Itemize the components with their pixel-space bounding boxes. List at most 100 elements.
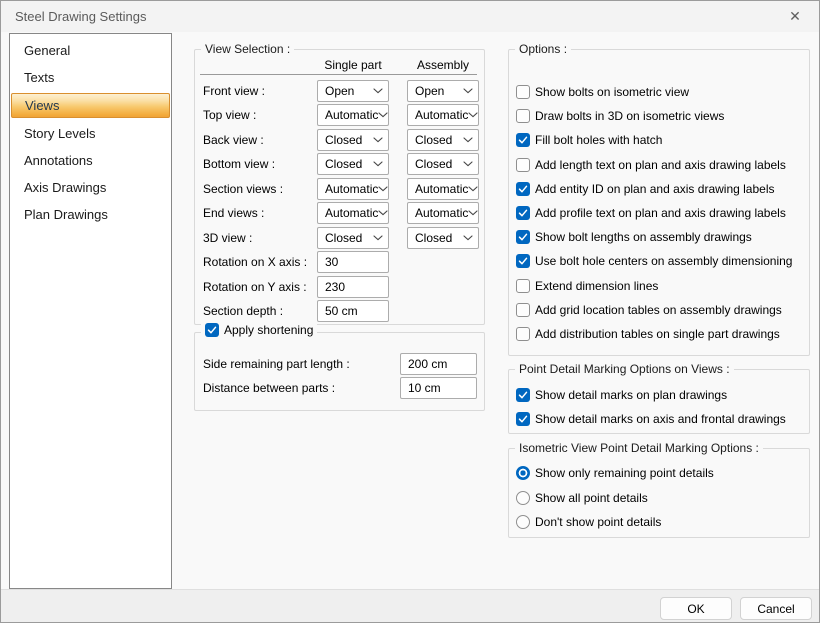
don-t-show-point-details-radio[interactable]: [516, 515, 530, 529]
shortening-label-distance-between-parts: Distance between parts :: [203, 380, 335, 396]
add-profile-text-on-plan-and-axis-drawing-labels-checkbox[interactable]: [516, 206, 530, 220]
bottom-view-assembly-dropdown[interactable]: Closed: [407, 153, 479, 175]
sidebar-item-plan-drawings[interactable]: Plan Drawings: [10, 201, 171, 228]
side-remaining-part-length-input[interactable]: [400, 353, 477, 375]
add-distribution-tables-on-single-part-drawings-checkbox[interactable]: [516, 327, 530, 341]
show-only-remaining-point-details-radio[interactable]: [516, 466, 530, 480]
close-button[interactable]: ✕: [779, 1, 811, 32]
chevron-down-icon: [463, 88, 473, 94]
show-detail-marks-on-plan-drawings-checkbox[interactable]: [516, 388, 530, 402]
chevron-down-icon: [378, 112, 388, 118]
close-icon: ✕: [789, 8, 801, 25]
top-view-assembly-dropdown[interactable]: Automatic: [407, 104, 479, 126]
check-icon: [518, 135, 528, 145]
3d-view-assembly-dropdown[interactable]: Closed: [407, 227, 479, 249]
sidebar-item-general[interactable]: General: [10, 37, 171, 64]
chevron-down-icon: [463, 161, 473, 167]
sidebar-item-annotations[interactable]: Annotations: [10, 147, 171, 174]
sidebar-item-axis-drawings[interactable]: Axis Drawings: [10, 174, 171, 201]
rotation-on-y-axis-input[interactable]: [317, 276, 389, 298]
check-icon: [207, 325, 217, 335]
section-views-single-dropdown[interactable]: Automatic: [317, 178, 389, 200]
end-views-single-dropdown[interactable]: Automatic: [317, 202, 389, 224]
view-row-label-end-views: End views :: [203, 205, 264, 221]
back-view-single-dropdown[interactable]: Closed: [317, 129, 389, 151]
view-row-label-section-depth: Section depth :: [203, 303, 283, 319]
section-views-assembly-dropdown[interactable]: Automatic: [407, 178, 479, 200]
check-icon: [518, 232, 528, 242]
option-row-fill-bolt-holes-with-hatch[interactable]: Fill bolt holes with hatch: [516, 130, 662, 150]
isometric-group-title: Isometric View Point Detail Marking Opti…: [515, 441, 763, 455]
sidebar-item-texts[interactable]: Texts: [10, 64, 171, 91]
option-row-add-grid-location-tables-on-assembly-drawings[interactable]: Add grid location tables on assembly dra…: [516, 300, 782, 320]
add-entity-id-on-plan-and-axis-drawing-labels-checkbox[interactable]: [516, 182, 530, 196]
view-row-label-back-view: Back view :: [203, 132, 264, 148]
front-view-assembly-dropdown[interactable]: Open: [407, 80, 479, 102]
distance-between-parts-input[interactable]: [400, 377, 477, 399]
ok-button[interactable]: OK: [660, 597, 732, 620]
use-bolt-hole-centers-on-assembly-dimensioning-checkbox[interactable]: [516, 254, 530, 268]
point-detail-marking-group: Point Detail Marking Options on Views : …: [508, 369, 810, 434]
footer-bar: OK Cancel: [1, 589, 819, 623]
option-row-use-bolt-hole-centers-on-assembly-dimensioning[interactable]: Use bolt hole centers on assembly dimens…: [516, 251, 792, 271]
chevron-down-icon: [468, 112, 478, 118]
dropdown-value: Closed: [325, 228, 373, 248]
option-row-add-length-text-on-plan-and-axis-drawing-labels[interactable]: Add length text on plan and axis drawing…: [516, 155, 786, 175]
sidebar-item-views[interactable]: Views: [11, 93, 170, 118]
check-icon: [518, 184, 528, 194]
draw-bolts-in-3d-on-isometric-views-checkbox[interactable]: [516, 109, 530, 123]
chevron-down-icon: [463, 137, 473, 143]
single-part-column-header: Single part: [317, 58, 389, 72]
option-row-add-profile-text-on-plan-and-axis-drawing-labels[interactable]: Add profile text on plan and axis drawin…: [516, 203, 786, 223]
apply-shortening-toggle[interactable]: Apply shortening: [201, 323, 317, 337]
isometric-row-show-only-remaining-point-details[interactable]: Show only remaining point details: [516, 463, 714, 483]
back-view-assembly-dropdown[interactable]: Closed: [407, 129, 479, 151]
fill-bolt-holes-with-hatch-label: Fill bolt holes with hatch: [535, 133, 662, 147]
show-all-point-details-radio[interactable]: [516, 491, 530, 505]
window-title: Steel Drawing Settings: [15, 1, 147, 32]
show-only-remaining-point-details-label: Show only remaining point details: [535, 466, 714, 480]
option-row-add-distribution-tables-on-single-part-drawings[interactable]: Add distribution tables on single part d…: [516, 324, 780, 344]
chevron-down-icon: [468, 210, 478, 216]
show-detail-marks-on-plan-drawings-label: Show detail marks on plan drawings: [535, 388, 727, 402]
add-distribution-tables-on-single-part-drawings-label: Add distribution tables on single part d…: [535, 327, 780, 341]
end-views-assembly-dropdown[interactable]: Automatic: [407, 202, 479, 224]
show-bolts-on-isometric-view-checkbox[interactable]: [516, 85, 530, 99]
chevron-down-icon: [468, 210, 478, 216]
extend-dimension-lines-checkbox[interactable]: [516, 279, 530, 293]
view-row-label-rotation-on-x-axis: Rotation on X axis :: [203, 254, 307, 270]
point-detail-row-show-detail-marks-on-plan-drawings[interactable]: Show detail marks on plan drawings: [516, 385, 727, 405]
add-grid-location-tables-on-assembly-drawings-checkbox[interactable]: [516, 303, 530, 317]
apply-shortening-checkbox[interactable]: [205, 323, 219, 337]
view-row-label-bottom-view: Bottom view :: [203, 156, 275, 172]
isometric-row-show-all-point-details[interactable]: Show all point details: [516, 488, 648, 508]
view-selection-group-title: View Selection :: [201, 42, 294, 56]
section-depth-input[interactable]: [317, 300, 389, 322]
chevron-down-icon: [468, 186, 478, 192]
show-detail-marks-on-axis-and-frontal-drawings-checkbox[interactable]: [516, 412, 530, 426]
3d-view-single-dropdown[interactable]: Closed: [317, 227, 389, 249]
chevron-down-icon: [463, 161, 473, 167]
point-detail-row-show-detail-marks-on-axis-and-frontal-drawings[interactable]: Show detail marks on axis and frontal dr…: [516, 409, 786, 429]
chevron-down-icon: [463, 235, 473, 241]
sidebar-item-story-levels[interactable]: Story Levels: [10, 120, 171, 147]
top-view-single-dropdown[interactable]: Automatic: [317, 104, 389, 126]
front-view-single-dropdown[interactable]: Open: [317, 80, 389, 102]
show-bolt-lengths-on-assembly-drawings-checkbox[interactable]: [516, 230, 530, 244]
bottom-view-single-dropdown[interactable]: Closed: [317, 153, 389, 175]
fill-bolt-holes-with-hatch-checkbox[interactable]: [516, 133, 530, 147]
option-row-show-bolts-on-isometric-view[interactable]: Show bolts on isometric view: [516, 82, 689, 102]
rotation-on-x-axis-input[interactable]: [317, 251, 389, 273]
isometric-point-detail-group: Isometric View Point Detail Marking Opti…: [508, 448, 810, 538]
option-row-draw-bolts-in-3d-on-isometric-views[interactable]: Draw bolts in 3D on isometric views: [516, 106, 724, 126]
option-row-add-entity-id-on-plan-and-axis-drawing-labels[interactable]: Add entity ID on plan and axis drawing l…: [516, 179, 774, 199]
options-group: Options : Show bolts on isometric viewDr…: [508, 49, 810, 356]
isometric-row-don-t-show-point-details[interactable]: Don't show point details: [516, 512, 661, 532]
add-length-text-on-plan-and-axis-drawing-labels-checkbox[interactable]: [516, 158, 530, 172]
chevron-down-icon: [373, 88, 383, 94]
point-detail-group-title: Point Detail Marking Options on Views :: [515, 362, 734, 376]
cancel-button[interactable]: Cancel: [740, 597, 812, 620]
show-bolts-on-isometric-view-label: Show bolts on isometric view: [535, 85, 689, 99]
option-row-extend-dimension-lines[interactable]: Extend dimension lines: [516, 276, 658, 296]
option-row-show-bolt-lengths-on-assembly-drawings[interactable]: Show bolt lengths on assembly drawings: [516, 227, 752, 247]
